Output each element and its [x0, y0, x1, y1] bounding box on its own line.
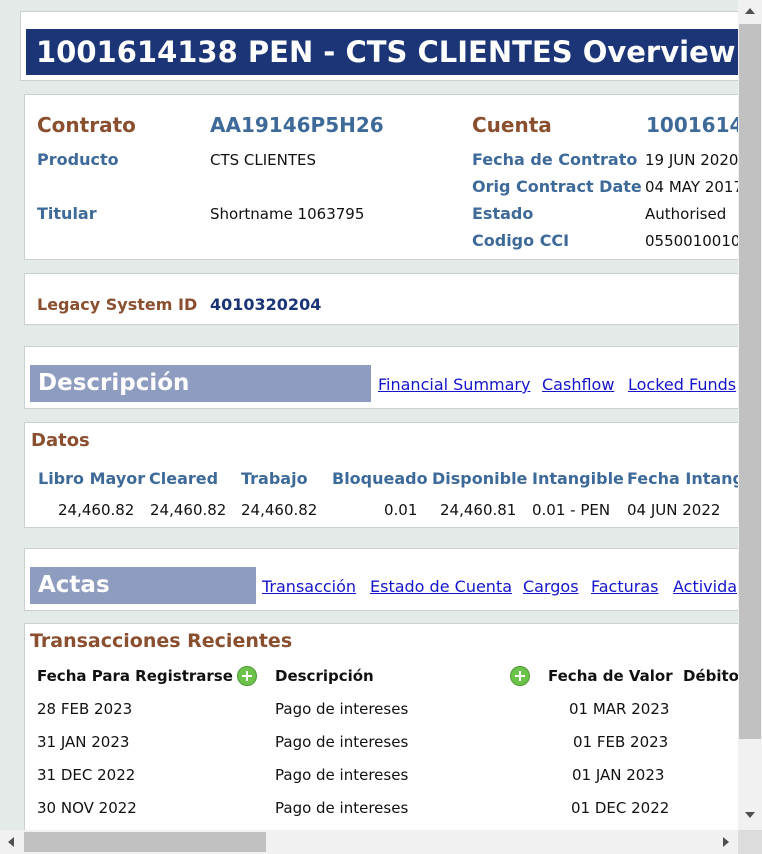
col-header-descripcion: Descripción [275, 667, 374, 685]
link-actividad[interactable]: Activida [673, 577, 737, 596]
contrato-label: Contrato [37, 113, 136, 137]
plus-circle-icon[interactable] [510, 666, 530, 686]
descripcion-heading: Descripción [30, 365, 371, 402]
scroll-down-arrow-icon[interactable] [745, 812, 755, 818]
actas-heading: Actas [30, 567, 256, 604]
estado-label: Estado [472, 204, 534, 223]
scroll-right-arrow-icon[interactable] [723, 837, 729, 847]
row-fecha-valor: 01 FEB 2023 [573, 733, 669, 751]
titular-label: Titular [37, 204, 97, 223]
value-bloqueado: 0.01 [384, 501, 418, 519]
link-financial-summary[interactable]: Financial Summary [378, 375, 530, 394]
value-disponible: 24,460.81 [440, 501, 517, 519]
scroll-up-arrow-icon[interactable] [745, 8, 755, 14]
legacy-panel: Legacy System ID 4010320204 [24, 273, 744, 325]
orig-contract-value: 04 MAY 2017 [645, 178, 743, 196]
row-fecha-valor: 01 DEC 2022 [571, 799, 670, 817]
row-fecha-registro: 31 DEC 2022 [37, 766, 136, 784]
producto-label: Producto [37, 150, 119, 169]
contract-info-panel: Contrato AA19146P5H26 Cuenta 1001614 Pro… [24, 94, 744, 260]
link-cargos[interactable]: Cargos [523, 577, 579, 596]
cci-value: 0550010010 [645, 232, 741, 250]
col-header-trabajo: Trabajo [241, 469, 308, 488]
link-cashflow[interactable]: Cashflow [542, 375, 614, 394]
row-descripcion: Pago de intereses [275, 700, 409, 718]
row-fecha-valor: 01 JAN 2023 [572, 766, 665, 784]
row-descripcion: Pago de intereses [275, 766, 409, 784]
link-locked-funds[interactable]: Locked Funds [628, 375, 736, 394]
transacciones-panel: Transacciones Recientes Fecha Para Regis… [24, 623, 744, 843]
value-cleared: 24,460.82 [150, 501, 227, 519]
cuenta-value: 1001614 [646, 113, 744, 137]
page-title: 1001614138 PEN - CTS CLIENTES Overview [26, 29, 738, 75]
value-trabajo: 24,460.82 [241, 501, 318, 519]
col-header-bloqueado: Bloqueado [332, 469, 428, 488]
col-header-disponible: Disponible [432, 469, 528, 488]
col-header-fecha-registro: Fecha Para Registrarse [37, 667, 233, 685]
title-panel: 1001614138 PEN - CTS CLIENTES Overview [20, 11, 744, 81]
scroll-left-arrow-icon[interactable] [8, 837, 14, 847]
legacy-value: 4010320204 [210, 295, 322, 314]
col-header-fecha-intangible: Fecha Intangi [627, 469, 744, 488]
value-intangible: 0.01 - PEN [532, 501, 611, 519]
datos-panel: Datos Libro Mayor Cleared Trabajo Bloque… [24, 422, 744, 528]
vertical-scrollbar-thumb[interactable] [739, 24, 761, 739]
scrollbar-corner [738, 830, 762, 854]
producto-value: CTS CLIENTES [210, 151, 317, 169]
estado-value: Authorised [645, 205, 727, 223]
row-descripcion: Pago de intereses [275, 799, 409, 817]
value-libro-mayor: 24,460.82 [58, 501, 135, 519]
value-fecha-intangible: 04 JUN 2022 [627, 501, 721, 519]
col-header-debito: Débito [683, 667, 739, 685]
row-fecha-registro: 28 FEB 2023 [37, 700, 133, 718]
descripcion-panel: Descripción Financial Summary Cashflow L… [24, 346, 744, 409]
titular-value: Shortname 1063795 [210, 205, 365, 223]
cci-label: Codigo CCI [472, 231, 570, 250]
row-fecha-registro: 31 JAN 2023 [37, 733, 130, 751]
row-fecha-valor: 01 MAR 2023 [569, 700, 670, 718]
horizontal-scrollbar-thumb[interactable] [24, 832, 266, 852]
col-header-libro-mayor: Libro Mayor [38, 469, 146, 488]
cuenta-label: Cuenta [472, 113, 552, 137]
legacy-label: Legacy System ID [37, 295, 198, 314]
link-estado-de-cuenta[interactable]: Estado de Cuenta [370, 577, 512, 596]
fecha-contrato-value: 19 JUN 2020 [645, 151, 739, 169]
row-descripcion: Pago de intereses [275, 733, 409, 751]
row-fecha-registro: 30 NOV 2022 [37, 799, 137, 817]
plus-circle-icon[interactable] [237, 666, 257, 686]
col-header-fecha-valor: Fecha de Valor [548, 667, 673, 685]
link-facturas[interactable]: Facturas [591, 577, 658, 596]
col-header-cleared: Cleared [149, 469, 219, 488]
orig-contract-label: Orig Contract Date [472, 177, 642, 196]
link-transaccion[interactable]: Transacción [262, 577, 356, 596]
transacciones-title: Transacciones Recientes [30, 630, 293, 652]
actas-panel: Actas Transacción Estado de Cuenta Cargo… [24, 548, 744, 611]
datos-title: Datos [31, 430, 90, 451]
contrato-value: AA19146P5H26 [210, 113, 384, 137]
fecha-contrato-label: Fecha de Contrato [472, 150, 638, 169]
col-header-intangible: Intangible [532, 469, 624, 488]
